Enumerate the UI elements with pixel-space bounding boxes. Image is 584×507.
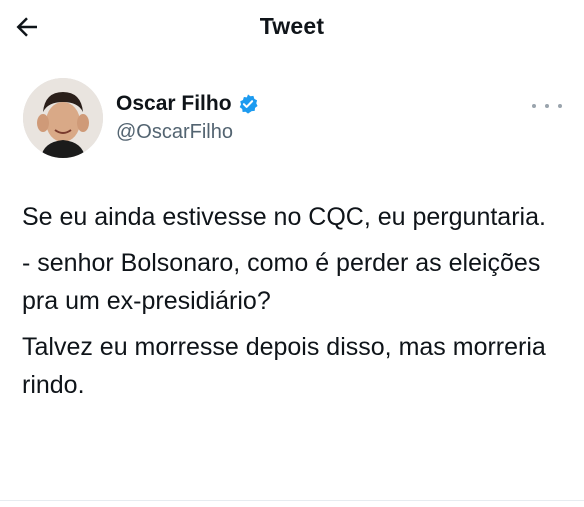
- top-bar: Tweet: [0, 0, 584, 56]
- divider: [0, 500, 584, 501]
- profile-photo: [23, 78, 103, 158]
- author-display-name[interactable]: Oscar Filho: [116, 92, 232, 116]
- more-horizontal-icon: [558, 104, 562, 108]
- author-handle[interactable]: @OscarFilho: [116, 121, 233, 144]
- more-horizontal-icon: [545, 104, 549, 108]
- tweet-paragraph: - senhor Bolsonaro, como é perder as ele…: [22, 249, 541, 315]
- author-name-row: Oscar Filho: [116, 92, 259, 116]
- more-horizontal-icon: [532, 104, 536, 108]
- tweet-text: Se eu ainda estivesse no CQC, eu pergunt…: [22, 198, 567, 412]
- tweet-paragraph: Talvez eu morresse depois disso, mas mor…: [22, 333, 546, 399]
- tweet-paragraph: Se eu ainda estivesse no CQC, eu pergunt…: [22, 203, 546, 231]
- avatar[interactable]: [23, 78, 103, 158]
- page-title: Tweet: [259, 13, 325, 39]
- more-options-button[interactable]: [532, 98, 562, 114]
- verified-badge-icon: [239, 94, 258, 114]
